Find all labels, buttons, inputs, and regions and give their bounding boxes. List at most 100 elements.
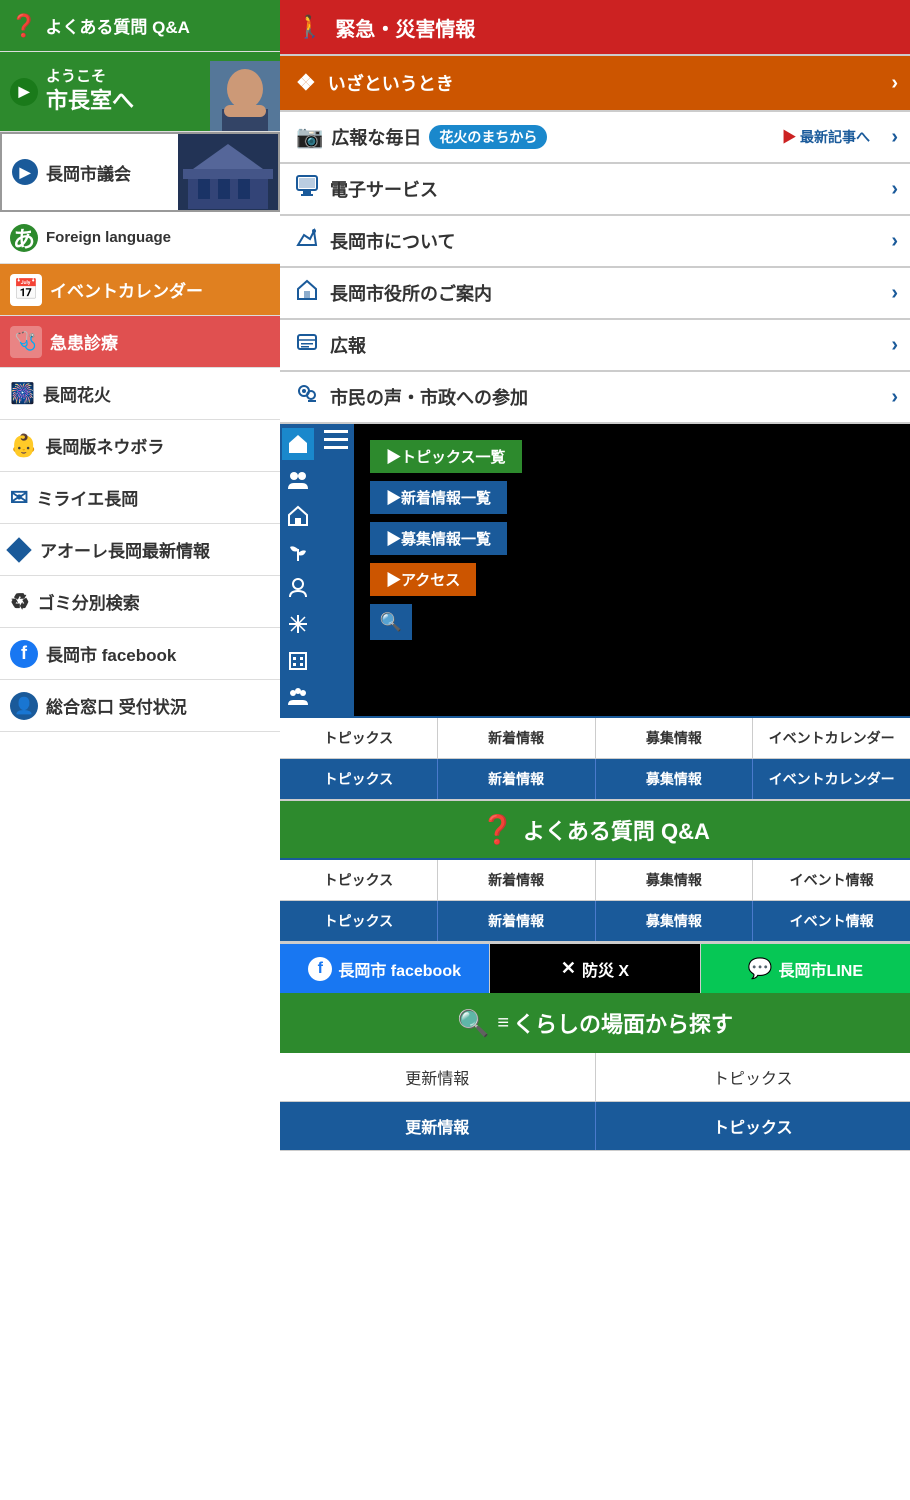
info-tabs-row: 更新情報 トピックス — [280, 1053, 910, 1102]
tab1b-event[interactable]: イベントカレンダー — [753, 759, 910, 799]
kurashi-icon2: ≡ — [497, 1012, 509, 1035]
koho-link[interactable]: ▶ 最新記事へ — [782, 127, 870, 147]
tab1b-new-info[interactable]: 新着情報 — [438, 759, 596, 799]
kurashi-text: くらしの場面から探す — [513, 1007, 733, 1039]
nav-izatoki[interactable]: ❖ いざというとき › — [280, 56, 910, 112]
facebook-icon: f — [10, 640, 38, 668]
medical-icon: 🩺 — [10, 326, 42, 358]
qa-bar-icon: ❓ — [480, 813, 515, 846]
btn-recruit[interactable]: ▶募集情報一覧 — [370, 522, 507, 555]
sidebar-item-mayor[interactable]: ▶ ようこそ 市長室へ — [0, 52, 280, 132]
line-icon: 💬 — [748, 956, 773, 981]
sidebar-item-facebook[interactable]: f 長岡市 facebook — [0, 628, 280, 680]
sidebar-item-gomi[interactable]: ♻ ゴミ分別検索 — [0, 576, 280, 628]
icon-strip-plant[interactable] — [282, 536, 314, 568]
denshi-label: 電子サービス — [330, 176, 438, 202]
icon-strip-snowflake[interactable] — [282, 608, 314, 640]
nav-koho[interactable]: 📷 広報な毎日 花火のまちから ▶ 最新記事へ › — [280, 112, 910, 164]
sidebar-item-neubola[interactable]: 👶 長岡版ネウボラ — [0, 420, 280, 472]
nav-denshi[interactable]: 電子サービス › — [280, 164, 910, 216]
emergency-icon: 🚶 — [296, 14, 323, 40]
sidebar-item-council[interactable]: ▶ 長岡市議会 — [0, 132, 280, 212]
nav-city-hall[interactable]: 長岡市役所のご案内 › — [280, 268, 910, 320]
search-button[interactable]: 🔍 — [370, 604, 412, 640]
madoguchi-icon: 👤 — [10, 692, 38, 720]
kurashi-bar[interactable]: 🔍 ≡ くらしの場面から探す — [280, 993, 910, 1053]
sidebar-item-foreign[interactable]: あ Foreign language — [0, 212, 280, 264]
sidebar-item-aore[interactable]: アオーレ長岡最新情報 — [0, 524, 280, 576]
x-text: 防災 X — [582, 957, 629, 981]
nav-koho2[interactable]: 広報 › — [280, 320, 910, 372]
sidebar-item-qa[interactable]: ❓ よくある質問 Q&A — [0, 0, 280, 52]
tab1b-topics[interactable]: トピックス — [280, 759, 438, 799]
koho2-label: 広報 — [330, 332, 366, 358]
btn-access[interactable]: ▶アクセス — [370, 563, 476, 596]
tab1-new-info[interactable]: 新着情報 — [438, 718, 596, 758]
nav-shimin[interactable]: 市民の声・市政への参加 › — [280, 372, 910, 424]
icon-strip-main[interactable] — [282, 428, 314, 460]
main-content: 🚶 緊急・災害情報 ❖ いざというとき › 📷 広報な毎日 花火のまちから ▶ … — [280, 0, 910, 1500]
koho-link-arrow: ▶ — [782, 129, 796, 145]
izatoki-label: いざというとき — [328, 70, 454, 96]
tabs-row-2-blue: トピックス 新着情報 募集情報 イベント情報 — [280, 901, 910, 943]
gomi-icon: ♻ — [10, 589, 30, 615]
denshi-icon — [296, 175, 318, 203]
icon-strip-people[interactable] — [282, 464, 314, 496]
social-line-btn[interactable]: 💬 長岡市LINE — [701, 944, 910, 993]
council-play-icon: ▶ — [12, 159, 38, 185]
btn-new-info[interactable]: ▶新着情報一覧 — [370, 481, 507, 514]
tab1-recruit[interactable]: 募集情報 — [596, 718, 754, 758]
calendar-icon: 📅 — [10, 274, 42, 306]
social-x-btn[interactable]: ✕ 防災 X — [490, 944, 700, 993]
sidebar-item-mirai[interactable]: ✉ ミライエ長岡 — [0, 472, 280, 524]
info-tab-topics[interactable]: トピックス — [596, 1053, 910, 1101]
hanabi-icon: 🎆 — [10, 381, 35, 406]
koho2-arrow: › — [891, 334, 898, 357]
koho2-icon — [296, 331, 318, 359]
tab2-recruit[interactable]: 募集情報 — [596, 860, 754, 900]
aore-label: アオーレ長岡最新情報 — [40, 537, 210, 562]
tab2-topics[interactable]: トピックス — [280, 860, 438, 900]
info-tab-blue-topics[interactable]: トピックス — [596, 1102, 910, 1150]
tab2-new-info[interactable]: 新着情報 — [438, 860, 596, 900]
sidebar-item-event[interactable]: 📅 イベントカレンダー — [0, 264, 280, 316]
info-tabs-blue-row: 更新情報 トピックス — [280, 1102, 910, 1151]
tab2b-recruit[interactable]: 募集情報 — [596, 901, 754, 941]
aore-icon — [6, 537, 31, 562]
sidebar-item-madoguchi[interactable]: 👤 総合窓口 受付状況 — [0, 680, 280, 732]
tab2b-event[interactable]: イベント情報 — [753, 901, 910, 941]
nav-about[interactable]: 長岡市について › — [280, 216, 910, 268]
tab2b-new-info[interactable]: 新着情報 — [438, 901, 596, 941]
madoguchi-label: 総合窓口 受付状況 — [46, 693, 187, 718]
tab2-event[interactable]: イベント情報 — [753, 860, 910, 900]
koho-label: 広報な毎日 — [331, 124, 421, 150]
facebook-label: 長岡市 facebook — [46, 641, 176, 666]
hamburger-strip[interactable] — [318, 424, 354, 716]
qa-bar[interactable]: ❓ よくある質問 Q&A — [280, 801, 910, 858]
koho-badge: 花火のまちから — [429, 125, 547, 149]
tab1-topics[interactable]: トピックス — [280, 718, 438, 758]
icon-strip-home[interactable] — [282, 500, 314, 532]
sidebar-item-hanabi[interactable]: 🎆 長岡花火 — [0, 368, 280, 420]
foreign-icon: あ — [10, 224, 38, 252]
info-tab-blue-updates[interactable]: 更新情報 — [280, 1102, 596, 1150]
sidebar-item-emergency-med[interactable]: 🩺 急患診療 — [0, 316, 280, 368]
izatoki-icon: ❖ — [296, 70, 316, 96]
icon-strip-person2[interactable] — [282, 572, 314, 604]
tab2b-topics[interactable]: トピックス — [280, 901, 438, 941]
social-row: f 長岡市 facebook ✕ 防災 X 💬 長岡市LINE — [280, 943, 910, 993]
foreign-label: Foreign language — [46, 229, 171, 246]
nav-emergency[interactable]: 🚶 緊急・災害情報 — [280, 0, 910, 56]
qa-label: よくある質問 Q&A — [45, 13, 190, 38]
info-tab-updates[interactable]: 更新情報 — [280, 1053, 596, 1101]
btn-topics[interactable]: ▶トピックス一覧 — [370, 440, 522, 473]
tab1b-recruit[interactable]: 募集情報 — [596, 759, 754, 799]
tabs-row-1: トピックス 新着情報 募集情報 イベントカレンダー — [280, 716, 910, 759]
tab1-event[interactable]: イベントカレンダー — [753, 718, 910, 758]
camera-icon: 📷 — [296, 124, 323, 150]
mayor-photo — [210, 61, 280, 131]
council-image — [178, 134, 278, 210]
icon-strip-building[interactable] — [282, 644, 314, 676]
icon-strip-group[interactable] — [282, 680, 314, 712]
social-facebook-btn[interactable]: f 長岡市 facebook — [280, 944, 490, 993]
